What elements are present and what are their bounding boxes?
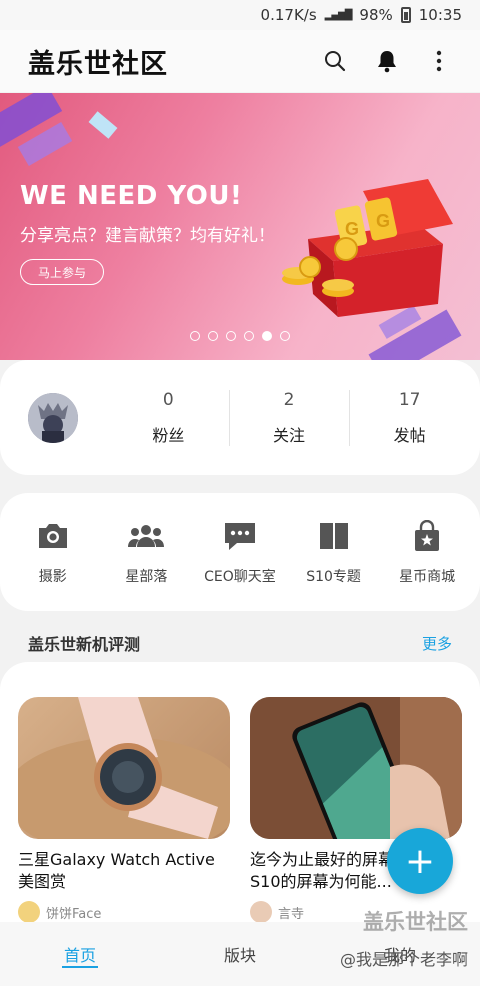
watch-photo bbox=[18, 697, 230, 839]
phone-photo bbox=[250, 697, 462, 839]
more-vertical-icon bbox=[436, 50, 442, 72]
clock: 10:35 bbox=[418, 6, 462, 24]
banner-headline: WE NEED YOU! bbox=[20, 181, 243, 211]
shortcut-label: CEO聊天室 bbox=[204, 569, 276, 585]
pagination-dot-active[interactable] bbox=[262, 331, 272, 341]
author-name: 言寺 bbox=[278, 906, 305, 922]
banner-subtitle: 分享亮点？建言献策？均有好礼！ bbox=[20, 226, 275, 246]
pagination-dot[interactable] bbox=[190, 331, 200, 341]
shortcut-card: 摄影 星部落 CEO聊天室 S10专题 星币商城 bbox=[0, 493, 480, 611]
shortcut-label: S10专题 bbox=[306, 569, 361, 585]
pagination-dot[interactable] bbox=[280, 331, 290, 341]
banner-join-button[interactable]: 马上参与 bbox=[20, 259, 104, 285]
section-title: 盖乐世新机评测 bbox=[28, 635, 141, 654]
svg-text:G: G bbox=[345, 219, 359, 239]
watermark-user: @我是那个老李啊 bbox=[339, 950, 468, 969]
book-icon bbox=[316, 518, 352, 554]
shortcut-tribe[interactable]: 星部落 bbox=[101, 518, 191, 586]
author-name: 饼饼Face bbox=[46, 906, 102, 922]
group-icon bbox=[128, 518, 165, 554]
shortcut-ceo-chat[interactable]: CEO聊天室 bbox=[195, 518, 285, 586]
promo-banner[interactable]: WE NEED YOU! 分享亮点？建言献策？均有好礼！ 马上参与 G G bbox=[0, 93, 480, 360]
profile-stats: 0 粉丝 2 关注 17 发帖 bbox=[108, 389, 470, 446]
stat-value: 0 bbox=[162, 389, 174, 410]
pagination-dot[interactable] bbox=[226, 331, 236, 341]
watermark-brand: 盖乐世社区 bbox=[363, 910, 468, 934]
stat-label: 发帖 bbox=[393, 425, 426, 445]
status-bar: 0.17K/s ▂▄▆█ 98% 10:35 bbox=[0, 0, 480, 30]
nav-boards[interactable]: 版块 bbox=[160, 922, 320, 986]
battery-percent: 98% bbox=[359, 6, 393, 24]
avatar[interactable] bbox=[28, 392, 78, 443]
shortcut-label: 星部落 bbox=[125, 569, 168, 585]
camera-icon bbox=[35, 518, 71, 554]
review-author: 饼饼Face bbox=[18, 901, 230, 923]
more-link[interactable]: 更多 bbox=[422, 633, 452, 654]
more-options-button[interactable] bbox=[422, 44, 456, 78]
banner-pagination bbox=[0, 331, 480, 341]
shortcut-coin-mall[interactable]: 星币商城 bbox=[382, 518, 472, 586]
review-thumbnail bbox=[250, 697, 462, 839]
stat-label: 粉丝 bbox=[152, 425, 185, 445]
review-item[interactable]: 三星Galaxy Watch Active美图赏 饼饼Face bbox=[18, 697, 230, 923]
shortcut-label: 摄影 bbox=[38, 569, 67, 585]
stat-followers[interactable]: 0 粉丝 bbox=[108, 390, 229, 446]
shortcut-label: 星币商城 bbox=[399, 569, 456, 585]
bell-icon bbox=[378, 51, 396, 73]
stat-value: 17 bbox=[398, 389, 421, 410]
shortcut-photography[interactable]: 摄影 bbox=[8, 518, 98, 586]
chat-icon bbox=[222, 518, 258, 554]
avatar-image bbox=[28, 392, 78, 443]
watermark: 盖乐世社区 @我是那个老李啊 bbox=[340, 906, 468, 970]
search-icon bbox=[325, 51, 346, 72]
notification-button[interactable] bbox=[370, 44, 404, 78]
shopping-bag-icon bbox=[409, 518, 445, 554]
section-header: 盖乐世新机评测 更多 bbox=[0, 628, 480, 658]
profile-card: 0 粉丝 2 关注 17 发帖 bbox=[0, 360, 480, 475]
nav-home[interactable]: 首页 bbox=[0, 922, 160, 986]
create-post-button[interactable]: + bbox=[387, 828, 453, 894]
stat-posts[interactable]: 17 发帖 bbox=[349, 389, 470, 446]
network-speed: 0.17K/s bbox=[260, 6, 317, 24]
author-avatar bbox=[250, 901, 272, 923]
pagination-dot[interactable] bbox=[244, 331, 254, 341]
stat-following[interactable]: 2 关注 bbox=[228, 389, 350, 446]
pagination-dot[interactable] bbox=[208, 331, 218, 341]
svg-text:G: G bbox=[376, 211, 390, 231]
author-avatar bbox=[18, 901, 40, 923]
review-title: 三星Galaxy Watch Active美图赏 bbox=[18, 850, 215, 891]
stat-value: 2 bbox=[283, 389, 295, 410]
app-header: 盖乐世社区 bbox=[0, 30, 480, 92]
shortcut-s10-topic[interactable]: S10专题 bbox=[289, 518, 379, 586]
gift-box-illustration: G G bbox=[282, 179, 453, 317]
stat-label: 关注 bbox=[273, 425, 306, 445]
search-button[interactable] bbox=[318, 44, 352, 78]
signal-icon: ▂▄▆█ bbox=[324, 9, 353, 21]
battery-icon bbox=[400, 7, 411, 23]
review-thumbnail bbox=[18, 697, 230, 839]
app-title: 盖乐世社区 bbox=[28, 48, 168, 80]
banner-decoration bbox=[88, 111, 118, 139]
